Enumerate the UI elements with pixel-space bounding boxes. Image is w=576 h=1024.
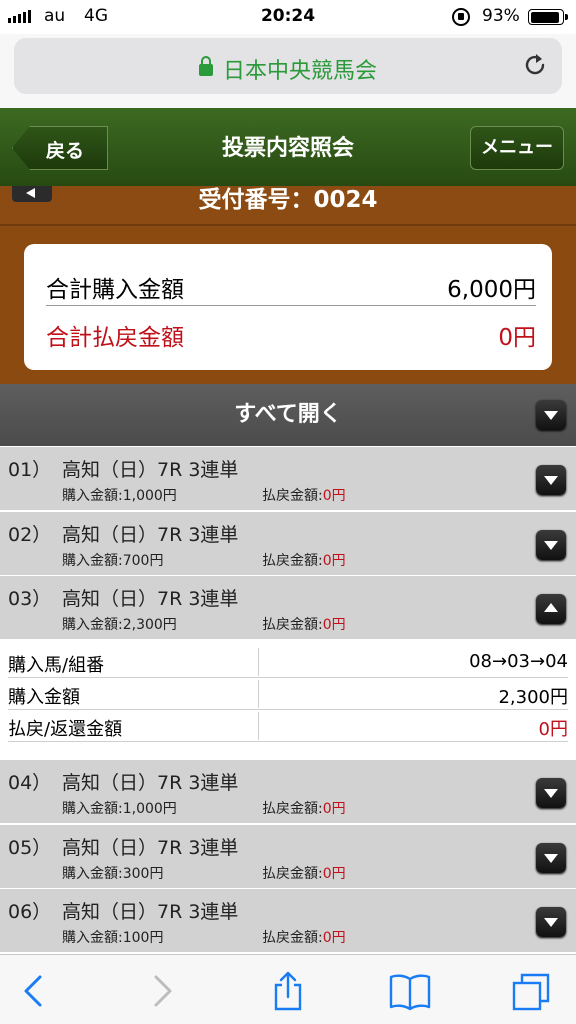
expand-all-label: すべて開く (234, 402, 342, 427)
chevron-down-icon[interactable] (536, 907, 566, 937)
detail-value: 2,300円 (498, 687, 568, 708)
tabs-icon[interactable] (510, 969, 554, 1013)
share-icon[interactable] (266, 969, 310, 1013)
chevron-down-icon[interactable] (536, 778, 566, 808)
detail-row: 購入金額 2,300円 (8, 678, 568, 710)
entry-number: 02） (8, 524, 52, 546)
browser-toolbar (0, 954, 576, 1024)
list-item[interactable]: 01） 高知（日）7R 3連単 購入金額:1,000円 払戻金額:0円 (0, 447, 576, 511)
detail-row: 払戻/返還金額 0円 (8, 710, 568, 742)
entry-payout: 払戻金額:0円 (262, 617, 346, 633)
detail-row: 購入馬/組番 08→03→04 (8, 646, 568, 678)
chevron-up-icon[interactable] (536, 594, 566, 624)
entry-number: 04） (8, 772, 52, 794)
chevron-down-icon[interactable] (536, 530, 566, 560)
list-item[interactable]: 04） 高知（日）7R 3連単 購入金額:1,000円 払戻金額:0円 (0, 760, 576, 824)
entry-payout: 払戻金額:0円 (262, 553, 346, 569)
chevron-down-icon[interactable] (536, 400, 566, 430)
entry-purchase: 購入金額:100円 (62, 930, 164, 946)
receipt-number: 受付番号：0024 (198, 187, 378, 213)
entry-payout: 払戻金額:0円 (262, 930, 346, 946)
reload-icon[interactable] (522, 52, 548, 78)
rotation-lock-icon (452, 8, 470, 26)
forward-icon[interactable] (140, 969, 184, 1013)
site-name: 日本中央競馬会 (222, 59, 377, 84)
summary-card: 合計購入金額 6,000円 合計払戻金額 0円 (24, 244, 552, 370)
detail-label: 払戻/返還金額 (8, 719, 123, 740)
battery-percent: 93% (482, 6, 520, 26)
lock-icon (198, 56, 213, 76)
entry-payout: 払戻金額:0円 (262, 801, 346, 817)
address-bar[interactable]: 日本中央競馬会 (14, 38, 562, 94)
battery-icon (528, 9, 568, 25)
entry-payout: 払戻金額:0円 (262, 866, 346, 882)
entry-title: 高知（日）7R 3連単 (62, 901, 239, 923)
total-purchase-label: 合計購入金額 (46, 277, 184, 303)
list-item[interactable]: 06） 高知（日）7R 3連単 購入金額:100円 払戻金額:0円 (0, 889, 576, 953)
entry-title: 高知（日）7R 3連単 (62, 837, 239, 859)
entry-title: 高知（日）7R 3連単 (62, 772, 239, 794)
total-purchase-value: 6,000円 (447, 277, 536, 303)
status-bar: au 4G 20:24 93% (0, 0, 576, 34)
page-header: 戻る 投票内容照会 メニュー (0, 108, 576, 186)
detail-value: 0円 (538, 719, 568, 740)
detail-label: 購入馬/組番 (8, 655, 105, 676)
entry-title: 高知（日）7R 3連単 (62, 524, 239, 546)
chevron-down-icon[interactable] (536, 465, 566, 495)
entry-number: 05） (8, 837, 52, 859)
list-item[interactable]: 02） 高知（日）7R 3連単 購入金額:700円 払戻金額:0円 (0, 512, 576, 576)
entry-detail: 購入馬/組番 08→03→04 購入金額 2,300円 払戻/返還金額 0円 (0, 640, 576, 760)
total-payout-value: 0円 (498, 325, 536, 351)
chevron-down-icon[interactable] (536, 843, 566, 873)
entry-purchase: 購入金額:1,000円 (62, 801, 177, 817)
entry-number: 01） (8, 459, 52, 481)
entry-purchase: 購入金額:700円 (62, 553, 164, 569)
detail-value: 08→03→04 (469, 651, 568, 672)
entry-number: 06） (8, 901, 52, 923)
total-payout-label: 合計払戻金額 (46, 325, 184, 351)
entry-payout: 払戻金額:0円 (262, 488, 346, 504)
expand-all-button[interactable]: すべて開く (0, 384, 576, 446)
list-item[interactable]: 03） 高知（日）7R 3連単 購入金額:2,300円 払戻金額:0円 (0, 576, 576, 640)
entry-number: 03） (8, 588, 52, 610)
bookmarks-icon[interactable] (388, 969, 432, 1013)
detail-label: 購入金額 (8, 687, 80, 708)
entry-purchase: 購入金額:1,000円 (62, 488, 177, 504)
entry-title: 高知（日）7R 3連単 (62, 459, 239, 481)
summary-section: 受付番号：0024 合計購入金額 6,000円 合計払戻金額 0円 (0, 186, 576, 384)
entry-purchase: 購入金額:300円 (62, 866, 164, 882)
entry-purchase: 購入金額:2,300円 (62, 617, 177, 633)
list-item[interactable]: 05） 高知（日）7R 3連単 購入金額:300円 払戻金額:0円 (0, 825, 576, 889)
menu-button[interactable]: メニュー (470, 126, 564, 170)
back-icon[interactable] (12, 969, 56, 1013)
entry-title: 高知（日）7R 3連単 (62, 588, 239, 610)
browser-bar: 日本中央競馬会 (0, 34, 576, 108)
